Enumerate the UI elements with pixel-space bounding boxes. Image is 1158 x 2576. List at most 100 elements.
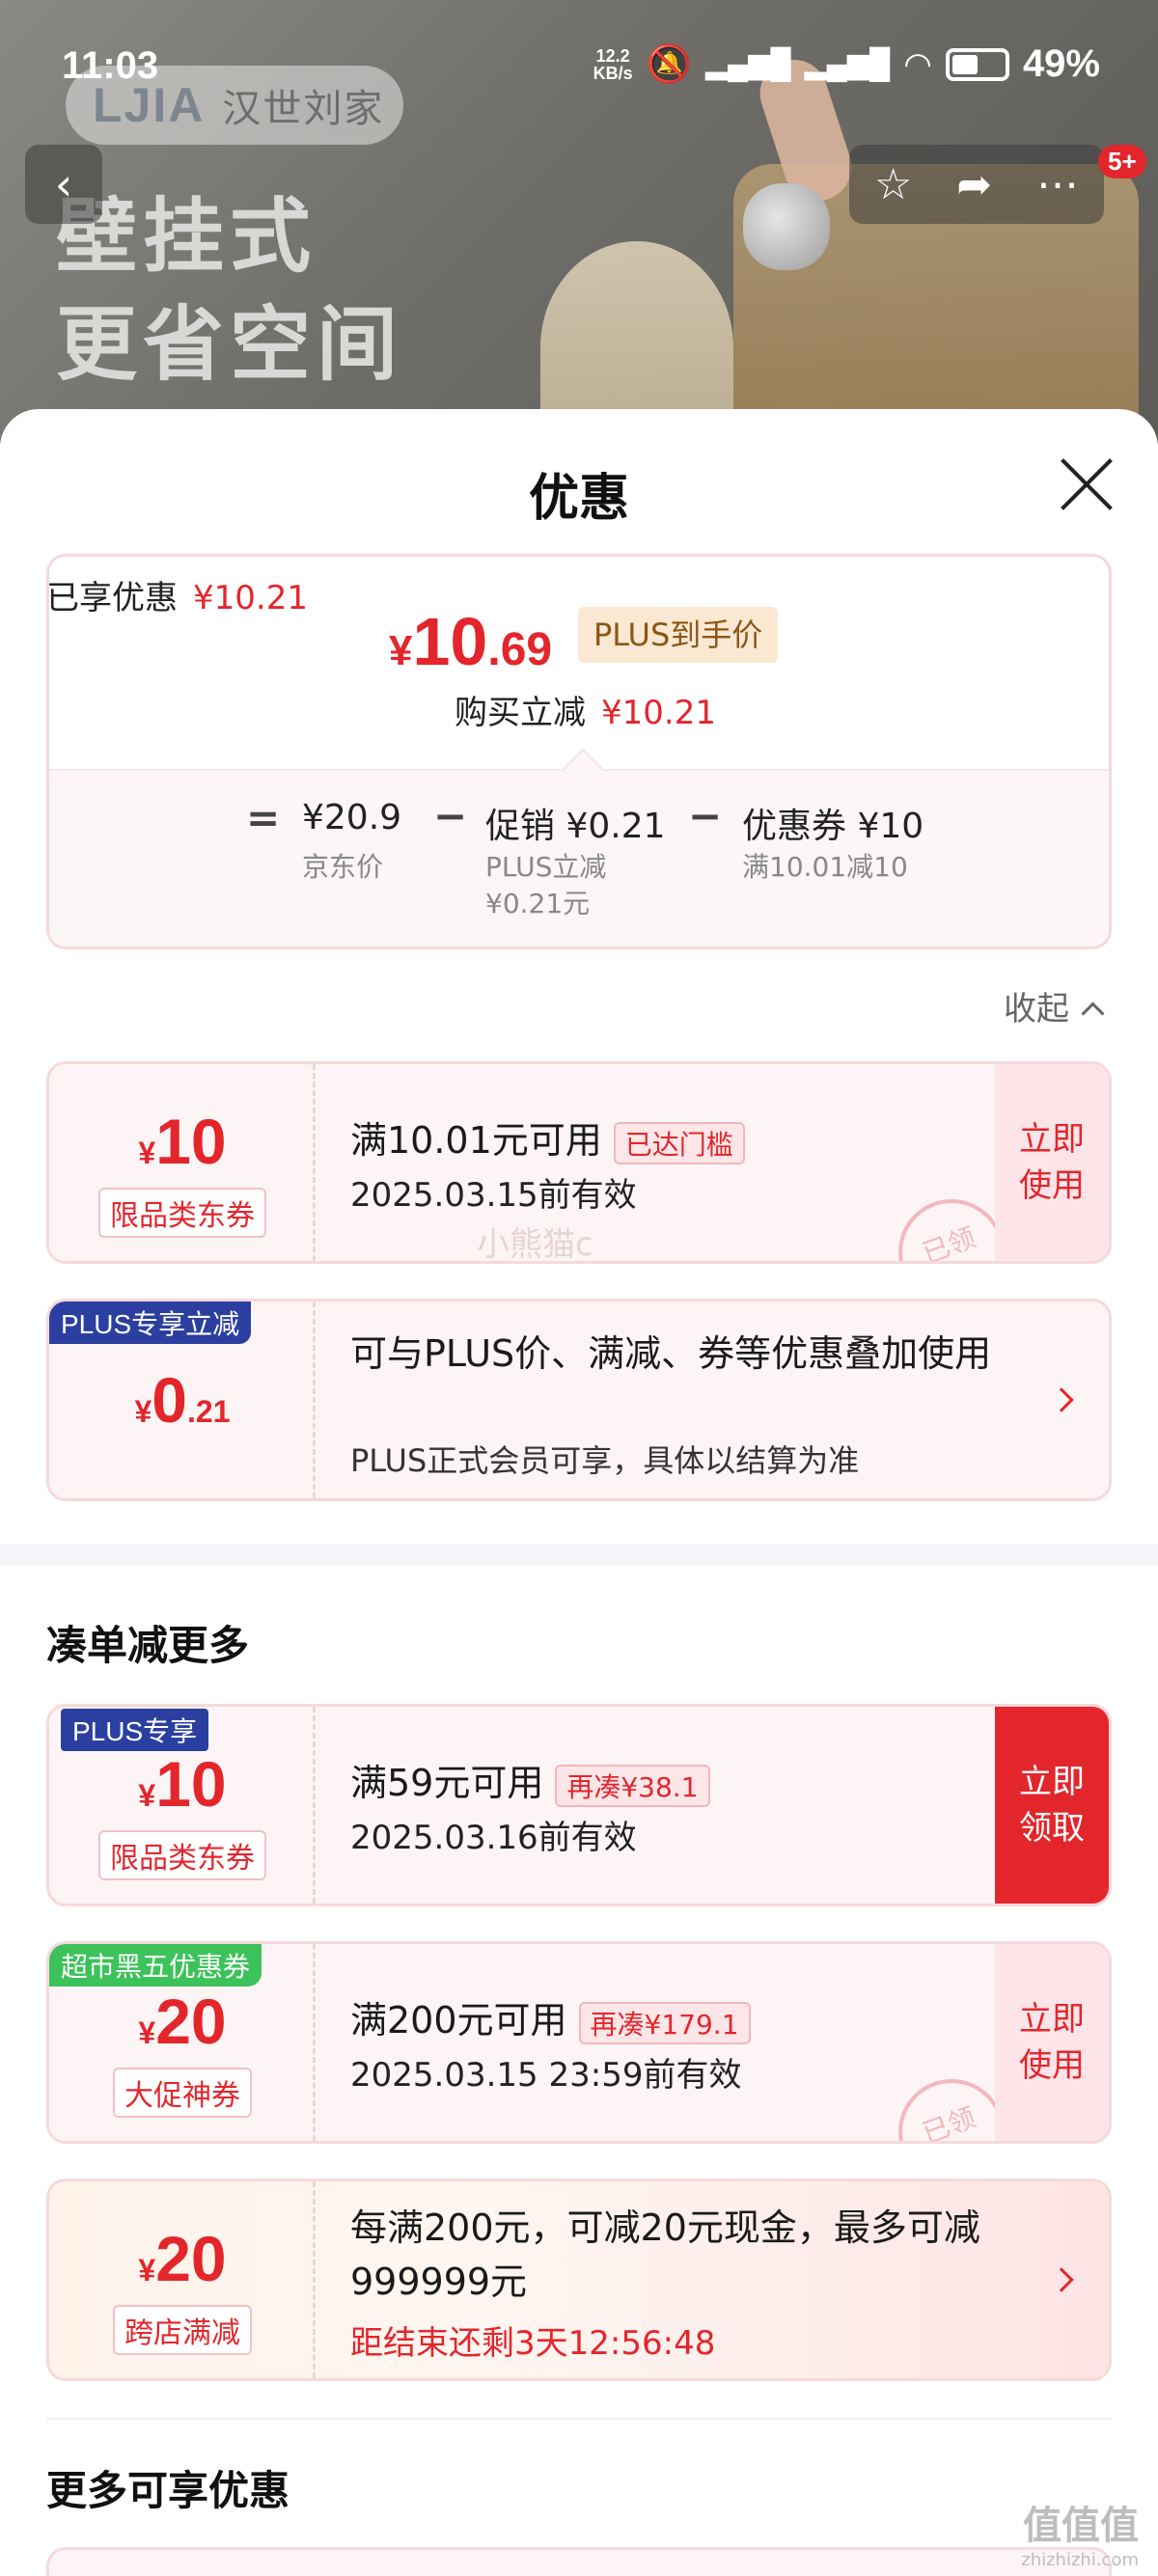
promo-ribbon: 超市黑五优惠券: [49, 1944, 262, 1987]
plus-ribbon: PLUS专享: [61, 1709, 209, 1751]
enjoyed-value: ¥10.21: [193, 579, 308, 617]
minus-sign-2: −: [688, 792, 723, 839]
coupon-sub: 满10.01减10: [742, 851, 908, 883]
jd-price: ¥20.9: [302, 798, 402, 837]
coupon-card: PLUS专享 ¥10 限品类东券 满59元可用 再凑¥38.1 2025.03.1…: [46, 1704, 1112, 1906]
coupon-amount: ¥10: [49, 1105, 316, 1178]
status-icons: 12.2 KB/s 🔕 ▂▄▆█ ▂▄▆█ ◠ 49%: [593, 42, 1100, 86]
coupon-type: 限品类东券: [49, 1830, 316, 1880]
site-watermark-main: 值值值: [1023, 2504, 1139, 2548]
coupon-date: 2025.03.15 23:59前有效: [350, 2056, 742, 2095]
amount: 0: [152, 1364, 188, 1436]
use-now-button[interactable]: 立即 使用: [995, 1064, 1109, 1261]
net-speed-value: 12.2: [595, 45, 630, 66]
coupon-amount: ¥10: [49, 1747, 316, 1821]
cross-store-desc: 每满200元，可减20元现金，最多可减999999元: [350, 2206, 980, 2303]
currency: ¥: [138, 2015, 156, 2050]
coupon-amount: ¥20: [49, 1985, 316, 2058]
site-watermark: 值值值 zhizhizhi.com: [1021, 2507, 1139, 2576]
currency: ¥: [138, 2253, 156, 2288]
cta-line1: 立即: [1019, 1763, 1085, 1801]
coupon-type-label: 跨店满减: [113, 2305, 252, 2355]
final-price-dec: .69: [487, 624, 553, 675]
net-speed: 12.2 KB/s: [593, 47, 633, 82]
coupon-card: 超市黑五优惠券 ¥20 大促神券 满200元可用 再凑¥179.1 2025.03…: [46, 1941, 1112, 2144]
plus-discount-card[interactable]: PLUS专享立减 ¥0.21 可与PLUS价、满减、券等优惠叠加使用 PLUS正…: [46, 1299, 1112, 1501]
battery-percent: 49%: [1022, 42, 1100, 85]
coupon-title: 满59元可用 再凑¥38.1: [350, 1753, 710, 1807]
currency: ¥: [138, 1778, 156, 1813]
cta-line2: 使用: [1019, 2046, 1085, 2085]
coupon-amount: ¥0.21: [49, 1363, 316, 1437]
status-bar: 11:03 12.2 KB/s 🔕 ▂▄▆█ ▂▄▆█ ◠ 49%: [0, 0, 1158, 145]
close-icon[interactable]: [1058, 455, 1116, 513]
final-price: ¥ 10 .69: [389, 603, 552, 680]
user-watermark: 小熊猫c: [477, 1225, 593, 1264]
promo-sub1: PLUS立减: [485, 851, 607, 883]
cta-line2: 领取: [1019, 1809, 1085, 1848]
jd-price-label: 京东价: [302, 851, 384, 883]
net-speed-unit: KB/s: [593, 63, 633, 83]
currency: ¥: [134, 1394, 152, 1429]
reduce-label: 购买立减: [455, 694, 586, 732]
enjoyed-label: 已享优惠: [46, 579, 178, 617]
cta-line1: 立即: [1019, 2000, 1085, 2039]
cta-line2: 使用: [1019, 1166, 1085, 1205]
amount: 20: [155, 1986, 227, 2057]
threshold-tag: 已达门槛: [613, 1121, 745, 1165]
chevron-right-icon: [1049, 2267, 1074, 2292]
coupon-title: 满10.01元可用 已达门槛: [350, 1110, 745, 1165]
share-icon[interactable]: ➦: [956, 160, 992, 209]
slogan-line2: 更省空间: [56, 297, 404, 392]
reduce-value: ¥10.21: [601, 694, 716, 732]
coupon-type: 跨店满减: [49, 2305, 316, 2355]
collapse-button[interactable]: 收起: [1004, 982, 1101, 1029]
coupon-date: 2025.03.15前有效: [350, 1176, 637, 1215]
paper-ball-shape: [743, 183, 830, 270]
coupon-title-text: 满200元可用: [350, 1999, 567, 2042]
section-title-more: 凑单减更多: [46, 1622, 250, 1669]
chevron-right-icon: [1049, 1387, 1074, 1412]
amount: 20: [155, 2223, 227, 2294]
plus-note: PLUS正式会员可享，具体以结算为准: [350, 1442, 860, 1479]
cta-line1: 立即: [1019, 1120, 1085, 1159]
section-title-extra: 更多可享优惠: [46, 2467, 290, 2514]
wifi-icon: ◠: [903, 45, 932, 83]
plus-ribbon: PLUS专享立减: [49, 1302, 252, 1344]
divider-line: [46, 2418, 1112, 2420]
back-button[interactable]: ‹: [25, 145, 102, 224]
more-icon[interactable]: ⋯: [1036, 160, 1079, 209]
final-price-int: 10: [412, 604, 488, 679]
coupon-type-label: 大促神券: [113, 2068, 252, 2118]
coupon-type-label: 限品类东券: [98, 1188, 266, 1238]
sheet-title: 优惠: [528, 470, 629, 528]
message-badge: 5+: [1098, 145, 1146, 178]
coupon-title: 满200元可用 再凑¥179.1: [350, 1990, 751, 2044]
coupon-type-label: 限品类东券: [98, 1830, 266, 1880]
reduce-line: 购买立减 ¥10.21: [455, 686, 716, 733]
use-now-button[interactable]: 立即 使用: [995, 1944, 1109, 2141]
signal-icon: ▂▄▆█: [704, 48, 791, 80]
cross-store-card[interactable]: ¥20 跨店满减 每满200元，可减20元现金，最多可减999999元 距结束还…: [46, 2179, 1112, 2381]
top-actions: ☆ ➦ ⋯: [849, 145, 1104, 224]
claim-now-button[interactable]: 立即 领取: [995, 1707, 1109, 1904]
currency: ¥: [138, 1136, 156, 1170]
enjoyed-discount: 已享优惠 ¥10.21: [46, 571, 308, 618]
chevron-left-icon: ‹: [54, 158, 73, 210]
coupon-amount: ¥20: [49, 2222, 316, 2295]
plus-desc: 可与PLUS价、满减、券等优惠叠加使用: [350, 1332, 992, 1375]
promo-amount: 促销 ¥0.21: [485, 807, 666, 846]
coupon-title-text: 满10.01元可用: [350, 1119, 602, 1162]
signal2-icon: ▂▄▆█: [804, 48, 891, 80]
coupon-date: 2025.03.16前有效: [350, 1819, 637, 1857]
amount-dec: .21: [187, 1394, 231, 1429]
star-icon[interactable]: ☆: [874, 160, 912, 209]
gap-tag: 再凑¥179.1: [578, 2001, 751, 2044]
promo-sub2: ¥0.21元: [485, 888, 591, 919]
final-price-currency: ¥: [389, 627, 413, 674]
status-time: 11:03: [62, 44, 159, 87]
coupon-type: 大促神券: [49, 2068, 316, 2118]
coupon-title-text: 满59元可用: [350, 1762, 544, 1804]
partial-card: [46, 2547, 1112, 2576]
mute-icon: 🔕: [646, 43, 692, 85]
